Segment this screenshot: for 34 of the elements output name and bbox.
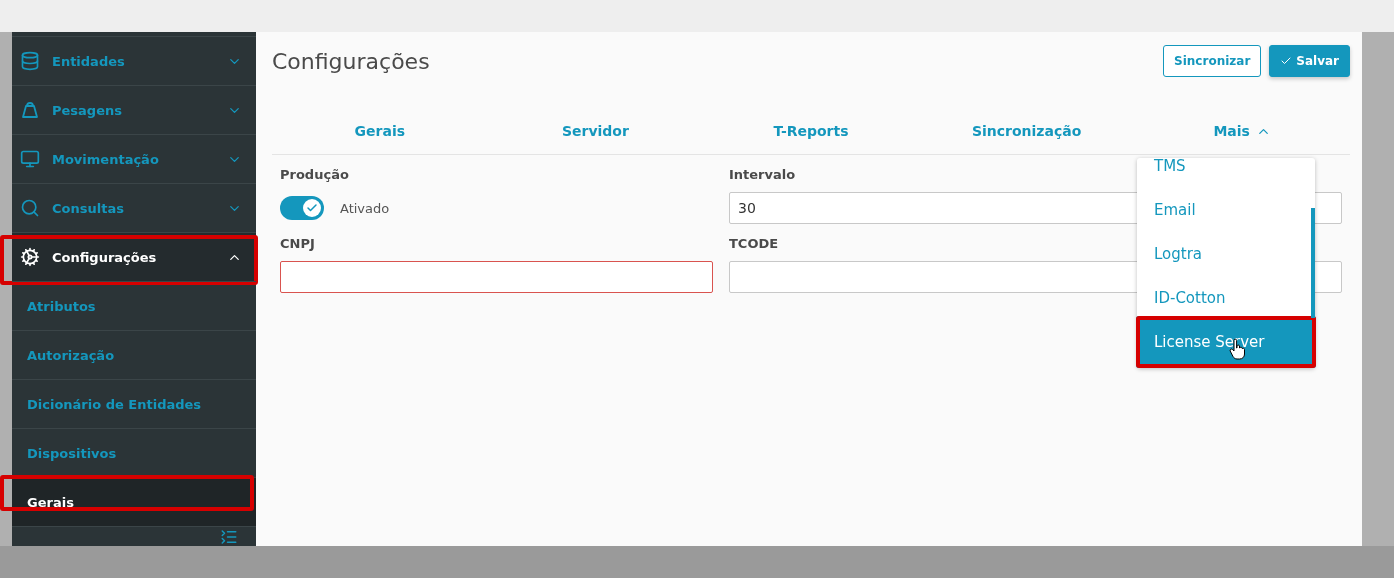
check-icon <box>1280 55 1293 67</box>
sidebar-item[interactable]: Entidades <box>12 36 256 85</box>
scrollbar-thumb[interactable] <box>1311 208 1315 318</box>
menu-item[interactable]: Logtra <box>1141 232 1311 276</box>
toggle-label: Ativado <box>340 200 390 216</box>
search-icon <box>20 198 40 218</box>
sidebar-subitem[interactable]: Dicionário de Entidades <box>12 379 256 428</box>
sidebar-item[interactable]: Configurações <box>12 232 256 281</box>
tab[interactable]: Sincronização <box>918 110 1135 154</box>
sync-button[interactable]: Sincronizar <box>1163 45 1262 77</box>
tab[interactable]: Gerais <box>272 110 488 154</box>
menu-item[interactable]: TMS <box>1141 158 1311 188</box>
field-label: Intervalo <box>729 167 796 182</box>
sidebar-item[interactable]: Movimentação <box>12 134 256 183</box>
collapse-menu-icon[interactable] <box>220 527 238 546</box>
sidebar-item[interactable]: Pesagens <box>12 85 256 134</box>
input-field[interactable] <box>280 261 713 293</box>
database-icon <box>20 51 40 71</box>
save-button[interactable]: Salvar <box>1269 45 1350 77</box>
check-icon <box>306 202 318 214</box>
tab[interactable]: T-Reports <box>703 110 919 154</box>
tab[interactable]: Mais <box>1134 110 1350 154</box>
monitor-icon <box>20 149 40 169</box>
settings-icon <box>20 247 40 267</box>
tab[interactable]: Servidor <box>487 110 704 154</box>
field-label: CNPJ <box>280 236 315 251</box>
sidebar-subitem[interactable]: Atributos <box>12 281 256 330</box>
field-label: TCODE <box>729 236 779 251</box>
sidebar-subitem[interactable]: Autorização <box>12 330 256 379</box>
field-label: Produção <box>280 167 349 182</box>
page-title: Configurações <box>272 48 430 74</box>
sidebar-subitem[interactable]: Dispositivos <box>12 428 256 477</box>
weight-icon <box>20 100 40 120</box>
toggle-switch[interactable] <box>280 196 324 220</box>
